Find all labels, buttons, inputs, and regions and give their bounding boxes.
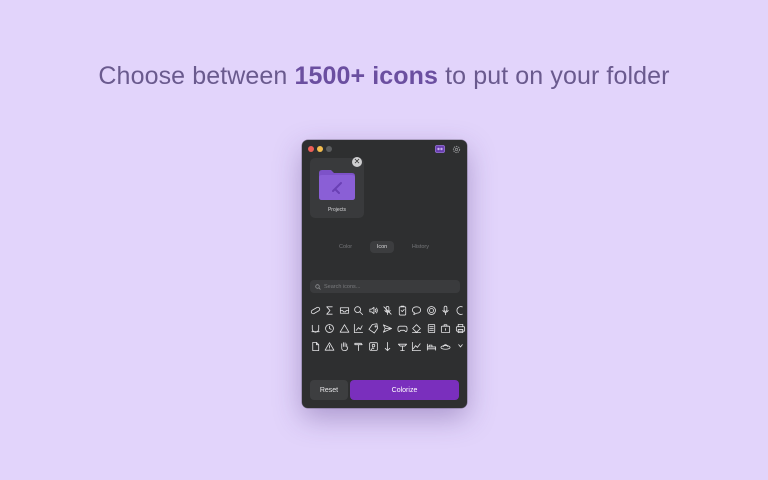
headline: Choose between 1500+ icons to put on you… (0, 62, 768, 91)
briefcase-icon[interactable] (439, 319, 454, 337)
app-window: Projects ✕ Color Icon History Reset Colo… (302, 140, 467, 408)
gamepad-icon[interactable] (395, 319, 410, 337)
search-icon (315, 283, 321, 290)
icon-grid (308, 301, 467, 357)
reset-button[interactable]: Reset (310, 380, 348, 400)
gear-icon[interactable] (451, 144, 461, 154)
clock-icon[interactable] (323, 319, 338, 337)
tag-icon[interactable] (366, 319, 381, 337)
window-controls (308, 146, 332, 152)
tab-color[interactable]: Color (332, 241, 359, 253)
search-field[interactable] (310, 280, 460, 293)
folder-preview-card[interactable]: Projects (310, 158, 364, 218)
gallery-icon[interactable] (435, 144, 445, 154)
bed-icon[interactable] (424, 337, 439, 355)
clipboard-icon[interactable] (395, 301, 410, 319)
search-input[interactable] (324, 283, 454, 290)
speech-bubble-icon[interactable] (410, 301, 425, 319)
image-icon[interactable] (366, 337, 381, 355)
magnet-icon[interactable] (308, 319, 323, 337)
warning-icon[interactable] (323, 337, 338, 355)
line-chart-icon[interactable] (410, 337, 425, 355)
headline-prefix: Choose between (98, 62, 295, 90)
chevron-icon[interactable] (453, 337, 467, 355)
circle-partial-icon[interactable] (453, 301, 467, 319)
colorize-button[interactable]: Colorize (350, 380, 459, 400)
mode-tabs: Color Icon History (332, 241, 436, 253)
bandage-icon[interactable] (308, 301, 323, 319)
folder-name-label: Projects (327, 207, 347, 213)
mic-icon[interactable] (439, 301, 454, 319)
eraser-icon[interactable] (410, 319, 425, 337)
speaker-icon[interactable] (366, 301, 381, 319)
doc-icon[interactable] (308, 337, 323, 355)
tab-icon[interactable]: Icon (369, 241, 395, 253)
lamp-icon[interactable] (395, 337, 410, 355)
triangle-icon[interactable] (337, 319, 352, 337)
minimize-window-button[interactable] (317, 146, 323, 152)
list-doc-icon[interactable] (424, 319, 439, 337)
hammer-icon[interactable] (352, 337, 367, 355)
ufo-icon[interactable] (439, 337, 454, 355)
sum-icon[interactable] (323, 301, 338, 319)
target-icon[interactable] (424, 301, 439, 319)
folder-icon (319, 170, 355, 200)
inbox-icon[interactable] (337, 301, 352, 319)
chart-scatter-icon[interactable] (352, 319, 367, 337)
arrow-down-icon[interactable] (381, 337, 396, 355)
mic-slash-icon[interactable] (381, 301, 396, 319)
toolbar (435, 144, 461, 154)
headline-emphasis: 1500+ icons (294, 62, 439, 90)
magnifier-icon[interactable] (352, 301, 367, 319)
hand-icon[interactable] (337, 337, 352, 355)
send-icon[interactable] (381, 319, 396, 337)
remove-icon-button[interactable]: ✕ (352, 157, 362, 167)
close-window-button[interactable] (308, 146, 314, 152)
headline-suffix: to put on your folder (438, 62, 670, 90)
printer-icon[interactable] (453, 319, 467, 337)
zoom-window-button[interactable] (326, 146, 332, 152)
tab-history[interactable]: History (405, 241, 436, 253)
